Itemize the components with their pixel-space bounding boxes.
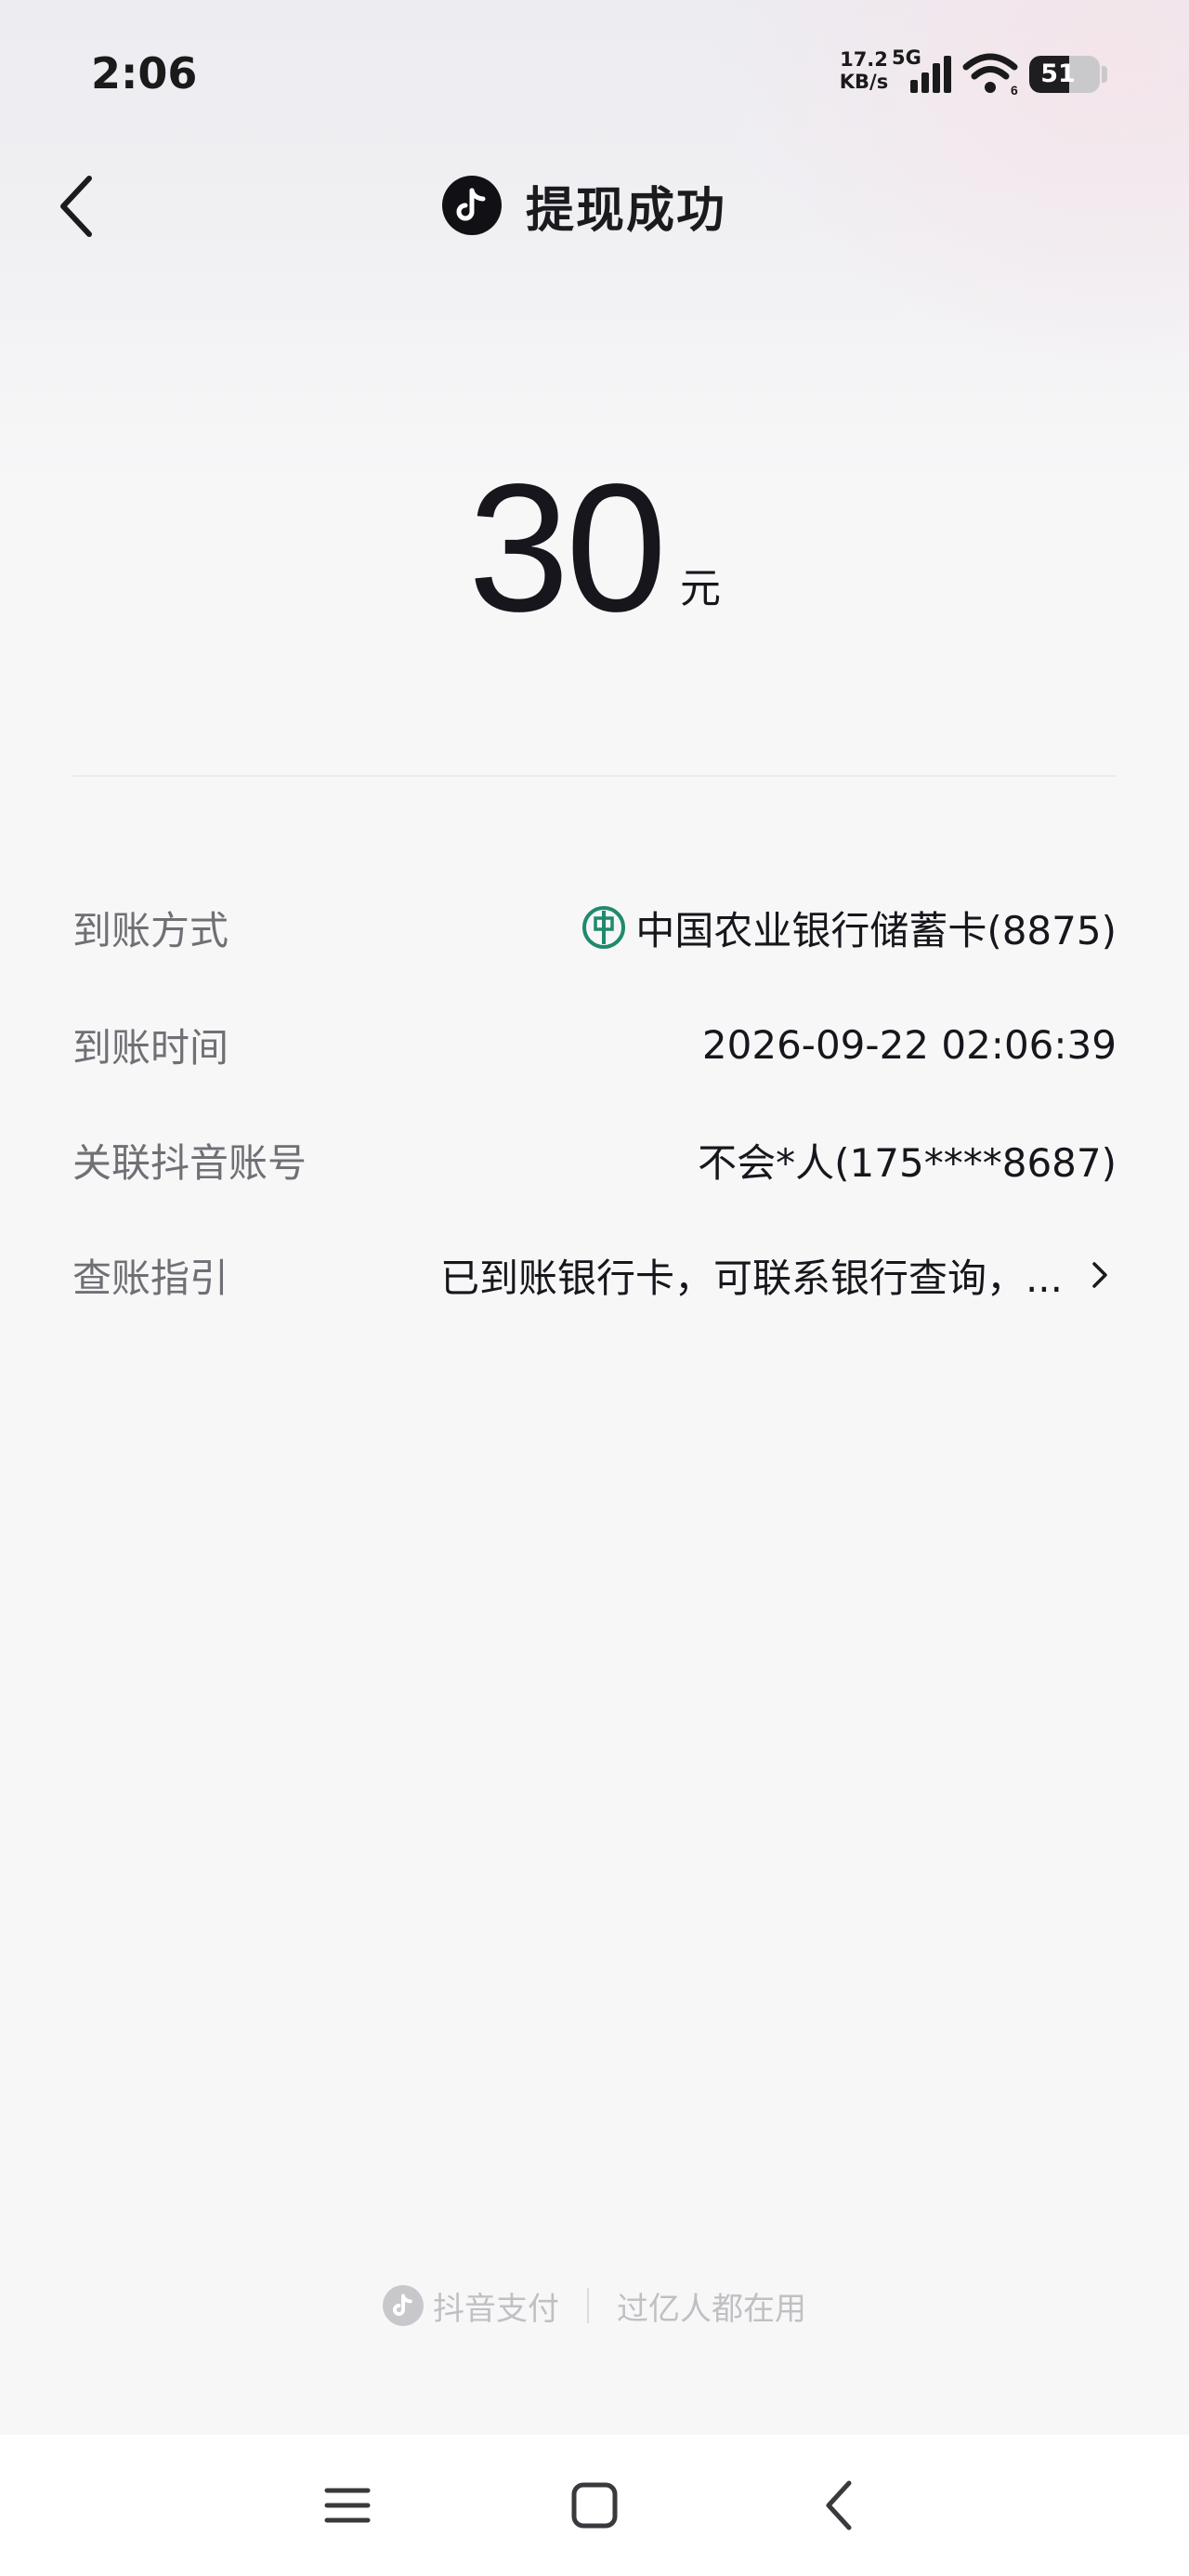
abc-bank-icon xyxy=(582,906,626,949)
detail-row-account: 关联抖音账号 不会*人(175****8687) xyxy=(72,1123,1117,1197)
nav-back-button[interactable] xyxy=(812,2477,868,2533)
detail-label: 到账方式 xyxy=(72,907,229,953)
amount-unit: 元 xyxy=(680,565,721,612)
footer-separator xyxy=(587,2288,589,2323)
amount-value: 30 xyxy=(467,446,667,650)
footer-slogan: 过亿人都在用 xyxy=(617,2290,806,2328)
chevron-left-icon xyxy=(60,176,92,237)
detail-row-time: 到账时间 2026-09-22 02:06:39 xyxy=(72,1007,1117,1082)
network-speed-unit: KB/s xyxy=(839,71,889,93)
douyin-pay-logo-icon xyxy=(383,2285,424,2326)
nav-home-button[interactable] xyxy=(567,2477,622,2533)
network-speed: 17.2 KB/s xyxy=(836,48,892,93)
detail-value-guide: 已到账银行卡，可联系银行查询，... xyxy=(439,1255,1063,1301)
nav-menu-button[interactable] xyxy=(320,2477,375,2533)
detail-label: 关联抖音账号 xyxy=(72,1139,307,1186)
detail-value-account: 不会*人(175****8687) xyxy=(698,1139,1117,1186)
wifi-icon: 6 xyxy=(962,53,1018,97)
menu-icon xyxy=(324,2488,371,2523)
chevron-right-icon xyxy=(1092,1262,1107,1288)
signal-icon xyxy=(910,56,951,93)
page-title: 提现成功 xyxy=(526,182,727,239)
status-bar: 2:06 17.2 KB/s 5G 6 51 xyxy=(0,0,1189,149)
detail-label: 到账时间 xyxy=(72,1024,229,1071)
bank-card-text: 中国农业银行储蓄卡(8875) xyxy=(635,907,1117,953)
back-triangle-icon xyxy=(826,2480,852,2530)
withdraw-success-page: 2:06 17.2 KB/s 5G 6 51 提现成功 30 元 到账方式 中国… xyxy=(0,0,1189,2576)
system-nav-bar xyxy=(0,2435,1189,2576)
wifi-badge: 6 xyxy=(1011,83,1018,97)
detail-value-method: 中国农业银行储蓄卡(8875) xyxy=(284,900,1117,956)
status-time: 2:06 xyxy=(91,48,198,99)
page-header: 提现成功 xyxy=(442,173,727,239)
douyin-logo-icon xyxy=(442,176,502,235)
detail-row-guide[interactable]: 查账指引 已到账银行卡，可联系银行查询，... xyxy=(72,1238,1117,1312)
detail-value-time: 2026-09-22 02:06:39 xyxy=(701,1021,1117,1068)
battery-icon: 51 xyxy=(1029,56,1100,93)
divider xyxy=(72,775,1117,777)
detail-row-method: 到账方式 中国农业银行储蓄卡(8875) xyxy=(72,890,1117,965)
detail-label: 查账指引 xyxy=(72,1255,229,1301)
battery-nub xyxy=(1102,66,1107,83)
withdraw-amount: 30 元 xyxy=(0,455,1189,641)
footer-brand: 抖音支付 过亿人都在用 xyxy=(0,2273,1189,2338)
battery-level: 51 xyxy=(1040,59,1076,88)
footer-brand-name: 抖音支付 xyxy=(433,2290,559,2328)
network-speed-value: 17.2 xyxy=(840,48,888,71)
home-square-icon xyxy=(571,2482,618,2529)
back-button[interactable] xyxy=(52,169,108,243)
